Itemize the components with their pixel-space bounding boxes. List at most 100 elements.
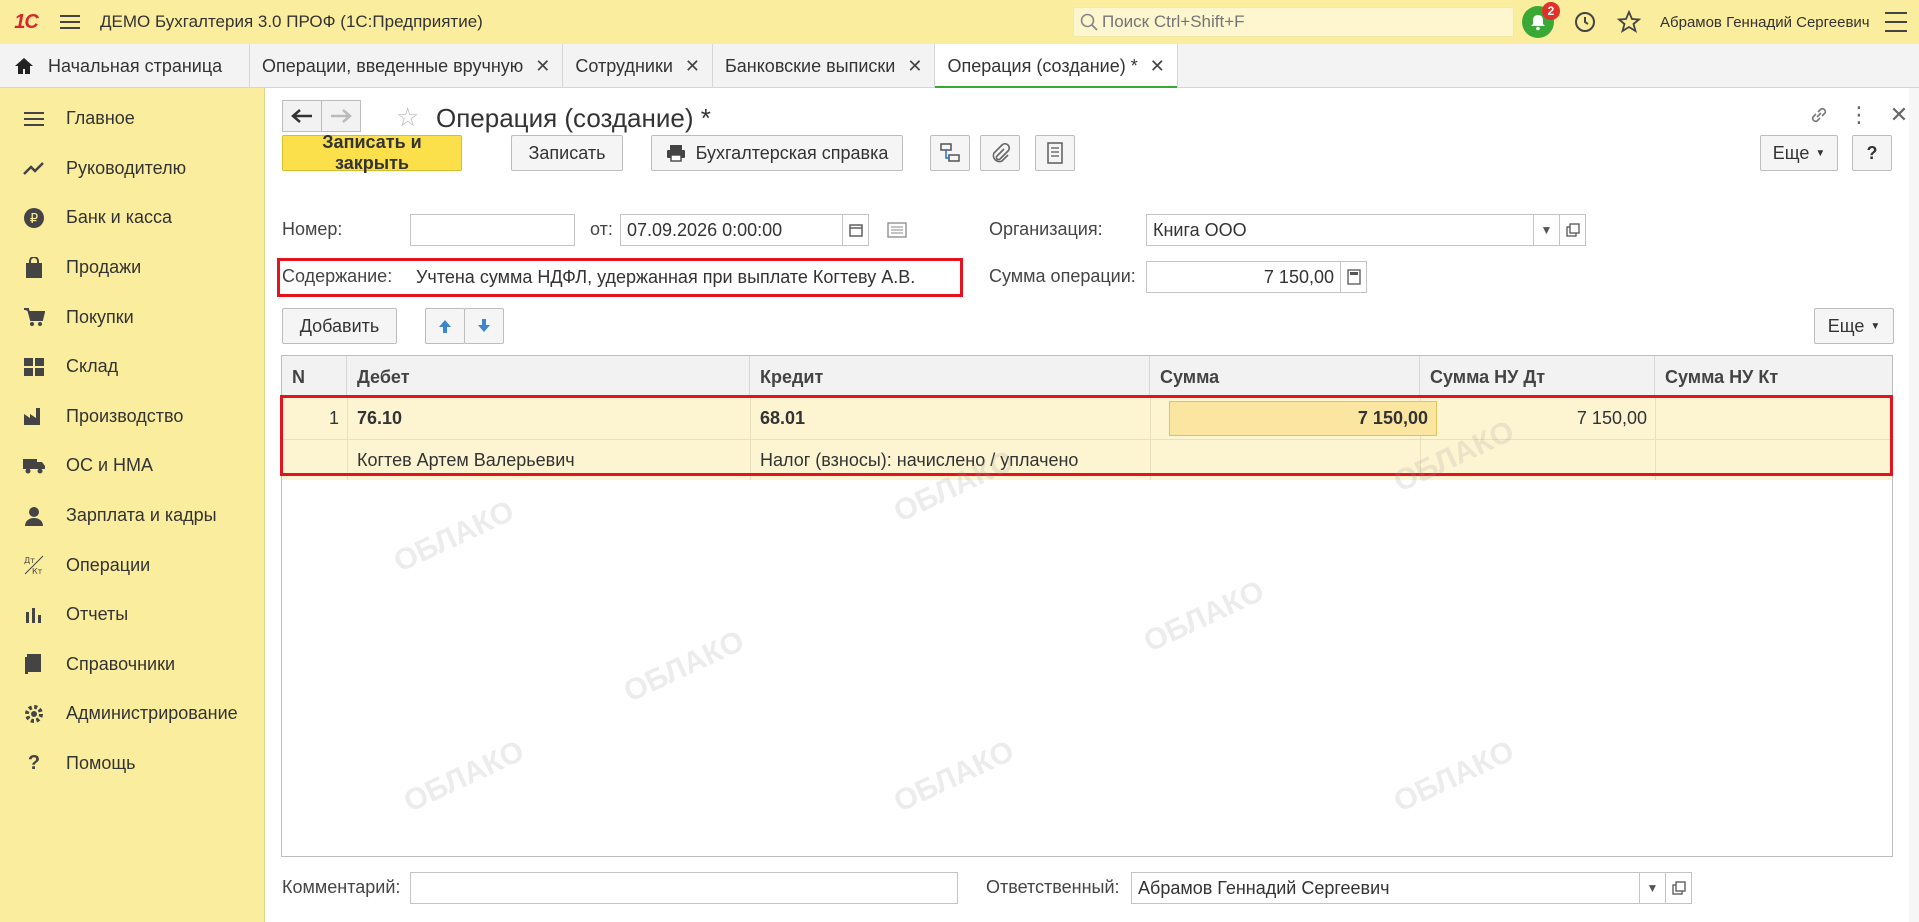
column-header-debit[interactable]: Дебет: [347, 356, 750, 398]
link-icon[interactable]: [1799, 100, 1839, 130]
debit-account[interactable]: 76.10: [357, 398, 402, 439]
sidebar-item-reports[interactable]: Отчеты: [0, 590, 264, 640]
attach-button[interactable]: [980, 135, 1020, 171]
svg-text:Дт: Дт: [24, 556, 35, 565]
back-button[interactable]: [282, 100, 322, 132]
global-search[interactable]: [1073, 7, 1514, 37]
comment-label: Комментарий:: [282, 877, 401, 897]
notifications-button[interactable]: 2: [1522, 2, 1560, 38]
comment-field[interactable]: [410, 872, 958, 904]
settings-menu-button[interactable]: [1885, 12, 1907, 32]
sidebar-item-fixed-assets[interactable]: ОС и НМА: [0, 441, 264, 491]
column-header-credit[interactable]: Кредит: [750, 356, 1150, 398]
sum-nu-dt-cell[interactable]: 7 150,00: [1420, 398, 1647, 439]
sidebar-item-label: Администрирование: [66, 703, 238, 724]
favorites-button[interactable]: [1612, 5, 1646, 39]
arrow-left-icon: [291, 109, 312, 123]
accounting-report-button[interactable]: Бухгалтерская справка: [651, 135, 903, 171]
number-field[interactable]: [410, 214, 575, 246]
move-up-button[interactable]: [425, 308, 465, 344]
calculator-icon: [1346, 269, 1361, 285]
open-window-icon: [1565, 223, 1580, 237]
column-header-sum-nu-kt[interactable]: Сумма НУ Кт: [1655, 356, 1894, 398]
sidebar-item-references[interactable]: Справочники: [0, 640, 264, 690]
sidebar-item-label: Помощь: [66, 753, 136, 774]
save-button[interactable]: Записать: [511, 135, 623, 171]
sidebar-item-purchases[interactable]: Покупки: [0, 292, 264, 342]
responsible-field[interactable]: Абрамов Геннадий Сергеевич: [1131, 872, 1640, 904]
sidebar-item-sales[interactable]: Продажи: [0, 243, 264, 293]
sidebar-item-main[interactable]: Главное: [0, 94, 264, 144]
sum-cell[interactable]: 7 150,00: [1169, 401, 1437, 436]
sum-nu-kt-cell[interactable]: [1655, 398, 1885, 439]
star-icon: [1617, 10, 1641, 33]
credit-account[interactable]: 68.01: [760, 398, 805, 439]
favorite-star-icon[interactable]: ☆: [396, 102, 419, 133]
search-input[interactable]: [1102, 12, 1502, 32]
tab-employees[interactable]: Сотрудники ✕: [563, 44, 713, 88]
tab-home[interactable]: Начальная страница: [0, 44, 250, 88]
organization-dropdown[interactable]: ▼: [1534, 214, 1560, 246]
calculator-button[interactable]: [1035, 135, 1075, 171]
more-menu-button[interactable]: Еще ▼: [1760, 135, 1838, 171]
current-user[interactable]: Абрамов Геннадий Сергеевич: [1660, 14, 1870, 31]
calendar-icon: [848, 224, 863, 237]
more-label: Еще: [1827, 315, 1865, 336]
sidebar-item-help[interactable]: ? Помощь: [0, 739, 264, 789]
close-icon[interactable]: ✕: [685, 56, 700, 77]
sum-calculator-button[interactable]: [1341, 261, 1367, 293]
notes-icon[interactable]: [887, 222, 907, 243]
tab-operation-create[interactable]: Операция (создание) * ✕: [935, 44, 1178, 89]
sidebar-item-label: Главное: [66, 108, 135, 129]
sidebar-item-warehouse[interactable]: Склад: [0, 342, 264, 392]
save-and-close-button[interactable]: Записать и закрыть: [282, 132, 462, 173]
notification-badge: 2: [1542, 2, 1560, 20]
move-down-button[interactable]: [464, 308, 504, 344]
responsible-dropdown[interactable]: ▼: [1640, 872, 1666, 904]
tab-bar: Начальная страница Операции, введенные в…: [0, 44, 1919, 89]
column-header-n[interactable]: N: [282, 356, 347, 398]
column-header-sum-nu-dt[interactable]: Сумма НУ Дт: [1420, 356, 1655, 398]
organization-open[interactable]: [1560, 214, 1586, 246]
table-header: N Дебет Кредит Сумма Сумма НУ Дт Сумма Н…: [282, 356, 1892, 398]
sidebar-item-operations[interactable]: Дт Кт Операции: [0, 540, 264, 590]
sidebar-item-label: Склад: [66, 356, 119, 377]
table-more-button[interactable]: Еще ▼: [1814, 308, 1894, 344]
content-field[interactable]: Учтена сумма НДФЛ, удержанная при выплат…: [410, 261, 955, 293]
tab-bank-statements[interactable]: Банковские выписки ✕: [713, 44, 936, 88]
tab-label: Операции, введенные вручную: [262, 55, 524, 76]
close-icon[interactable]: ✕: [535, 56, 550, 77]
tab-manual-operations[interactable]: Операции, введенные вручную ✕: [250, 44, 564, 88]
forward-button[interactable]: [321, 100, 361, 132]
close-icon[interactable]: ✕: [907, 56, 922, 77]
credit-subconto[interactable]: Налог (взносы): начислено / уплачено: [760, 440, 1078, 480]
sidebar-item-manager[interactable]: Руководителю: [0, 144, 264, 194]
more-vertical-icon[interactable]: ⋮: [1839, 100, 1879, 130]
help-button[interactable]: ?: [1852, 135, 1892, 171]
vertical-scrollbar[interactable]: [1909, 88, 1919, 922]
operation-sum-field[interactable]: 7 150,00: [1146, 261, 1341, 293]
dt-kt-icon: Дт Кт: [22, 553, 46, 577]
main-menu-button[interactable]: [52, 0, 88, 44]
column-header-sum[interactable]: Сумма: [1150, 356, 1420, 398]
history-button[interactable]: [1568, 5, 1602, 39]
close-icon[interactable]: ✕: [1150, 56, 1165, 77]
date-field[interactable]: 07.09.2026 0:00:00: [620, 214, 843, 246]
structure-button[interactable]: [930, 135, 970, 171]
organization-field[interactable]: Книга ООО: [1146, 214, 1534, 246]
sidebar-item-label: Зарплата и кадры: [66, 505, 217, 526]
sidebar-item-administration[interactable]: Администрирование: [0, 689, 264, 739]
sidebar-item-label: Отчеты: [66, 604, 129, 625]
svg-text:₽: ₽: [30, 212, 38, 227]
sidebar-item-bank[interactable]: ₽ Банк и касса: [0, 193, 264, 243]
paperclip-icon: [992, 143, 1010, 163]
sidebar-item-production[interactable]: Производство: [0, 392, 264, 442]
responsible-open[interactable]: [1666, 872, 1692, 904]
sidebar-item-salary[interactable]: Зарплата и кадры: [0, 491, 264, 541]
more-label: Еще: [1772, 142, 1810, 163]
cart-icon: [22, 305, 46, 329]
calendar-button[interactable]: [843, 214, 869, 246]
sidebar-item-label: Операции: [66, 554, 151, 575]
add-row-button[interactable]: Добавить: [282, 308, 397, 344]
debit-subconto[interactable]: Когтев Артем Валерьевич: [357, 440, 575, 480]
